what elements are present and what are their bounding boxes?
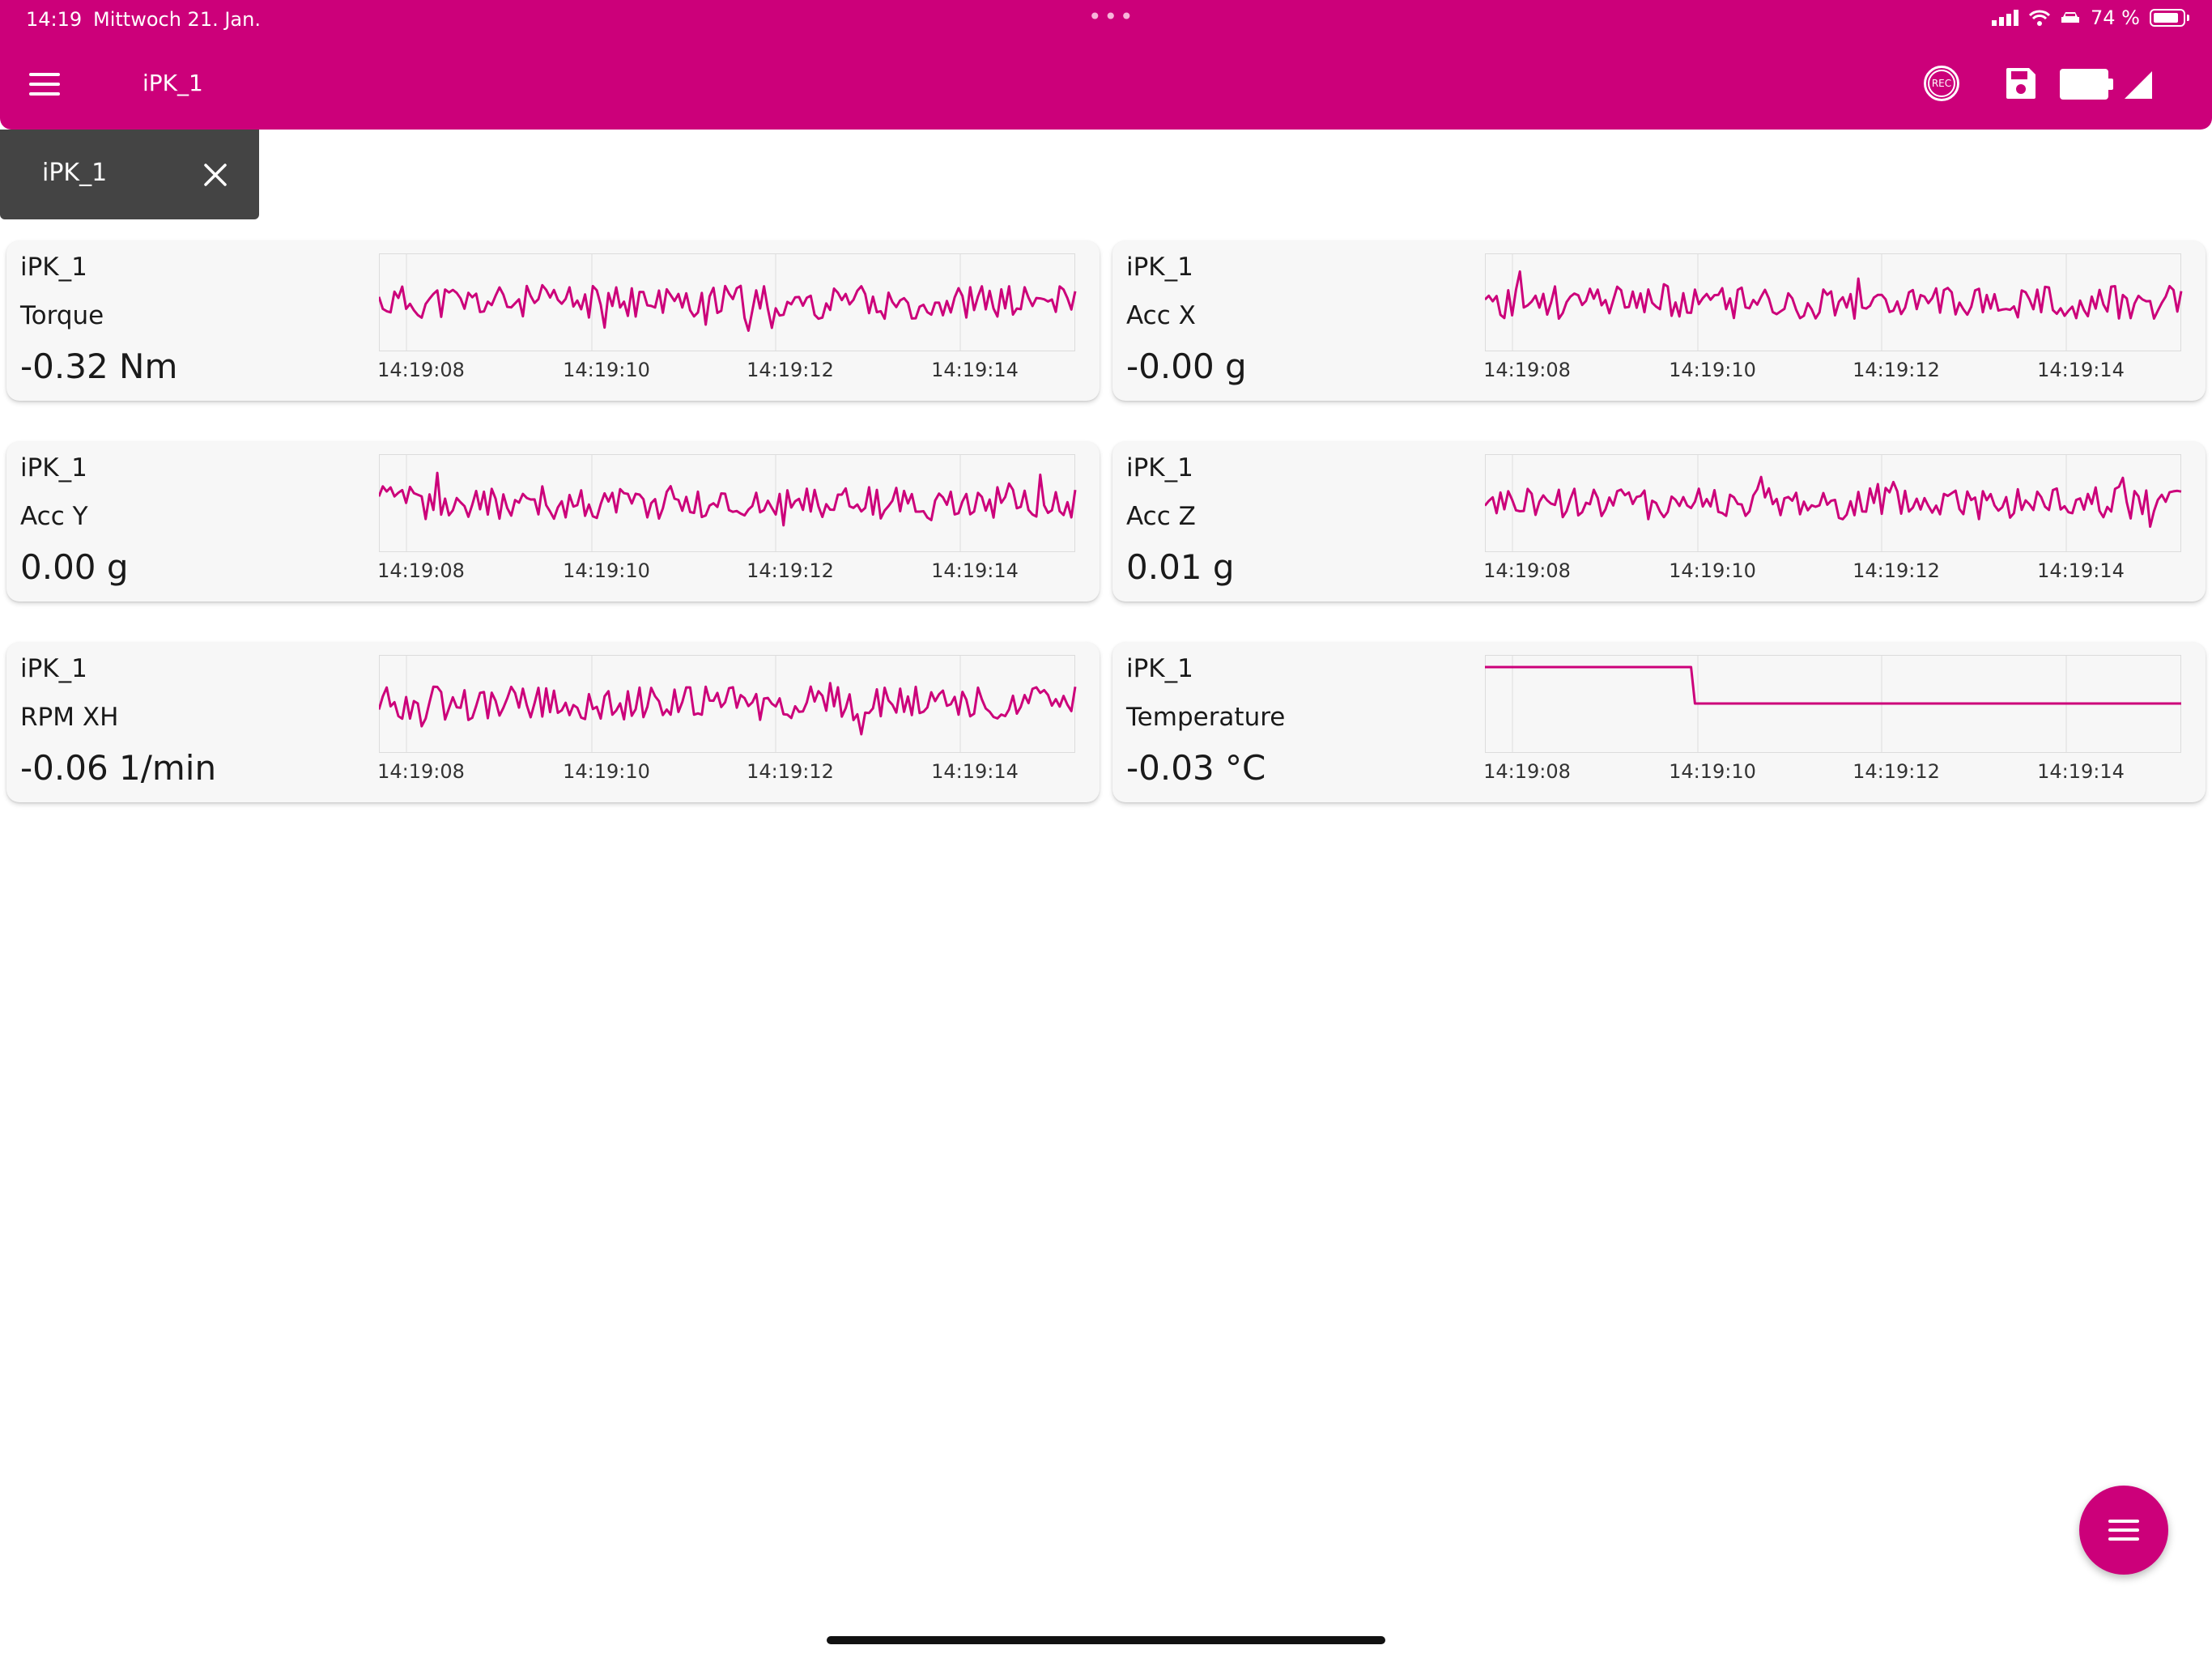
sparkline-chart: 14:19:08 14:19:10 14:19:12 14:19:14 <box>379 253 1077 381</box>
status-date: Mittwoch 21. Jan. <box>93 8 261 31</box>
status-indicators: 74 % <box>1992 6 2189 29</box>
x-tick-label: 14:19:14 <box>2037 559 2125 582</box>
series-line <box>379 682 1077 736</box>
card-device-name: iPK_1 <box>1126 253 1193 282</box>
x-tick-label: 14:19:08 <box>379 559 465 582</box>
card-metric-name: Acc Y <box>20 502 88 531</box>
card-metric-name: Acc Z <box>1126 502 1196 531</box>
status-time: 14:19 <box>26 8 83 31</box>
x-tick-label: 14:19:12 <box>747 760 834 783</box>
menu-icon[interactable] <box>26 71 63 97</box>
card-metric-name: Torque <box>20 301 104 330</box>
record-icon[interactable]: REC <box>1924 66 1959 101</box>
card-metric-name: Temperature <box>1126 703 1286 732</box>
card-value: 0.01 g <box>1126 547 1235 587</box>
card-value: -0.00 g <box>1126 346 1247 386</box>
x-tick-label: 14:19:14 <box>931 359 1019 381</box>
sensor-card-acc-y[interactable]: iPK_1 Acc Y 0.00 g 14:19:08 14:19:10 14:19… <box>6 441 1100 602</box>
app-bar: 14:19 Mittwoch 21. Jan. ••• 74 % iPK_1 R… <box>0 0 2212 130</box>
x-tick-label: 14:19:10 <box>1669 559 1756 582</box>
series-line <box>1485 665 2181 705</box>
x-tick-label: 14:19:14 <box>2037 760 2125 783</box>
plot-frame <box>379 655 1075 753</box>
sparkline-chart: 14:19:08 14:19:10 14:19:12 14:19:14 <box>1485 454 2182 582</box>
card-metric-name: Acc X <box>1126 301 1196 330</box>
x-tick-label: 14:19:08 <box>1485 760 1571 783</box>
x-tick-label: 14:19:14 <box>2037 359 2125 381</box>
x-tick-label: 14:19:12 <box>747 359 834 381</box>
card-value: -0.32 Nm <box>20 346 178 386</box>
card-value: -0.03 °C <box>1126 748 1266 788</box>
x-tick-label: 14:19:08 <box>1485 559 1571 582</box>
x-tick-label: 14:19:10 <box>563 760 650 783</box>
save-icon[interactable] <box>2005 66 2037 100</box>
x-tick-label: 14:19:10 <box>563 359 650 381</box>
card-metric-name: RPM XH <box>20 703 119 732</box>
card-device-name: iPK_1 <box>1126 654 1193 683</box>
x-tick-label: 14:19:12 <box>1853 359 1940 381</box>
card-device-name: iPK_1 <box>20 654 87 683</box>
device-tab[interactable]: iPK_1 <box>0 130 259 219</box>
app-title: iPK_1 <box>143 70 203 96</box>
x-tick-label: 14:19:14 <box>931 760 1019 783</box>
status-battery-fill <box>2154 13 2178 23</box>
close-icon[interactable] <box>199 159 232 191</box>
sensor-card-acc-z[interactable]: iPK_1 Acc Z 0.01 g 14:19:08 14:19:10 14:19… <box>1112 441 2206 602</box>
x-tick-label: 14:19:10 <box>1669 760 1756 783</box>
sensor-card-acc-x[interactable]: iPK_1 Acc X -0.00 g 14:19:08 14:19:10 14:1… <box>1112 240 2206 401</box>
device-tab-label: iPK_1 <box>42 159 108 187</box>
sensor-card-torque[interactable]: iPK_1 Torque -0.32 Nm 14:19:08 14:19:10 14… <box>6 240 1100 401</box>
home-indicator[interactable] <box>827 1636 1385 1644</box>
x-tick-label: 14:19:12 <box>747 559 834 582</box>
sensor-card-rpm-xh[interactable]: iPK_1 RPM XH -0.06 1/min 14:19:08 14:19:1… <box>6 642 1100 802</box>
sparkline-chart: 14:19:08 14:19:10 14:19:12 14:19:14 <box>379 655 1077 783</box>
device-battery-icon[interactable] <box>2060 69 2113 100</box>
multitasking-dots-icon[interactable]: ••• <box>1088 3 1136 30</box>
cellular-signal-icon <box>1992 10 2019 26</box>
card-value: -0.06 1/min <box>20 748 217 788</box>
series-line <box>1485 270 2183 321</box>
x-tick-label: 14:19:12 <box>1853 760 1940 783</box>
x-tick-label: 14:19:10 <box>563 559 650 582</box>
sparkline-chart: 14:19:08 14:19:10 14:19:12 14:19:14 <box>1485 253 2183 381</box>
sparkline-chart: 14:19:08 14:19:10 14:19:12 14:19:14 <box>379 454 1077 582</box>
device-signal-icon[interactable] <box>2125 71 2152 99</box>
fab-menu-button[interactable] <box>2079 1486 2168 1575</box>
card-device-name: iPK_1 <box>1126 453 1193 483</box>
card-device-name: iPK_1 <box>20 453 87 483</box>
x-tick-label: 14:19:14 <box>931 559 1019 582</box>
x-tick-label: 14:19:08 <box>1485 359 1571 381</box>
wifi-icon <box>2029 10 2051 26</box>
x-tick-label: 14:19:08 <box>379 760 465 783</box>
sensor-card-temperature[interactable]: iPK_1 Temperature -0.03 °C 14:19:08 14:19… <box>1112 642 2206 802</box>
plot-frame <box>379 253 1075 351</box>
status-battery-tip <box>2187 15 2189 21</box>
status-battery-icon <box>2150 9 2185 27</box>
x-tick-label: 14:19:08 <box>379 359 465 381</box>
series-line <box>379 471 1077 527</box>
x-tick-label: 14:19:10 <box>1669 359 1756 381</box>
series-line <box>379 283 1077 332</box>
card-value: 0.00 g <box>20 547 129 587</box>
record-label: REC <box>1928 70 1955 97</box>
battery-percentage: 74 % <box>2091 6 2140 29</box>
x-tick-label: 14:19:12 <box>1853 559 1940 582</box>
series-line <box>1485 475 2182 528</box>
car-icon <box>2061 12 2080 23</box>
card-device-name: iPK_1 <box>20 253 87 282</box>
sparkline-chart: 14:19:08 14:19:10 14:19:12 14:19:14 <box>1485 655 2181 783</box>
